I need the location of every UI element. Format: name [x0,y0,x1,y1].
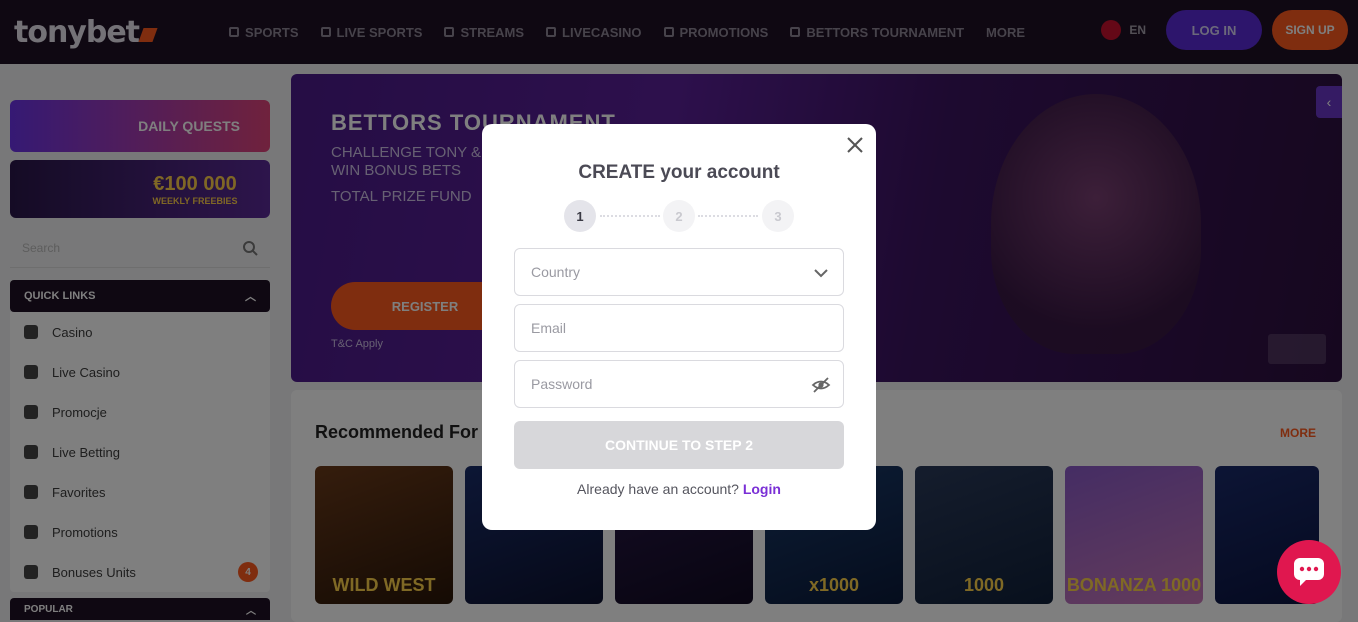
chevron-down-icon [814,269,828,278]
modal-title: CREATE your account [578,162,780,183]
login-prompt-text: Already have an account? [577,481,739,497]
close-icon [847,137,863,153]
step-connector [600,215,660,217]
email-input[interactable] [531,320,827,336]
step-indicator: 1 2 3 [564,200,794,232]
email-field[interactable] [514,304,844,352]
continue-button[interactable]: CONTINUE TO STEP 2 [514,421,844,469]
login-prompt-row: Already have an account? Login [482,481,876,497]
step-2: 2 [663,200,695,232]
country-input[interactable] [531,264,827,280]
chat-icon [1294,558,1324,586]
step-1: 1 [564,200,596,232]
step-connector [698,215,758,217]
signup-modal: CREATE your account 1 2 3 CONTINUE TO ST… [482,124,876,530]
close-button[interactable] [844,134,866,156]
chat-button[interactable] [1277,540,1341,604]
password-input[interactable] [531,376,827,392]
login-link[interactable]: Login [743,481,781,497]
step-3: 3 [762,200,794,232]
eye-off-icon[interactable] [811,375,831,395]
password-field[interactable] [514,360,844,408]
country-select[interactable] [514,248,844,296]
